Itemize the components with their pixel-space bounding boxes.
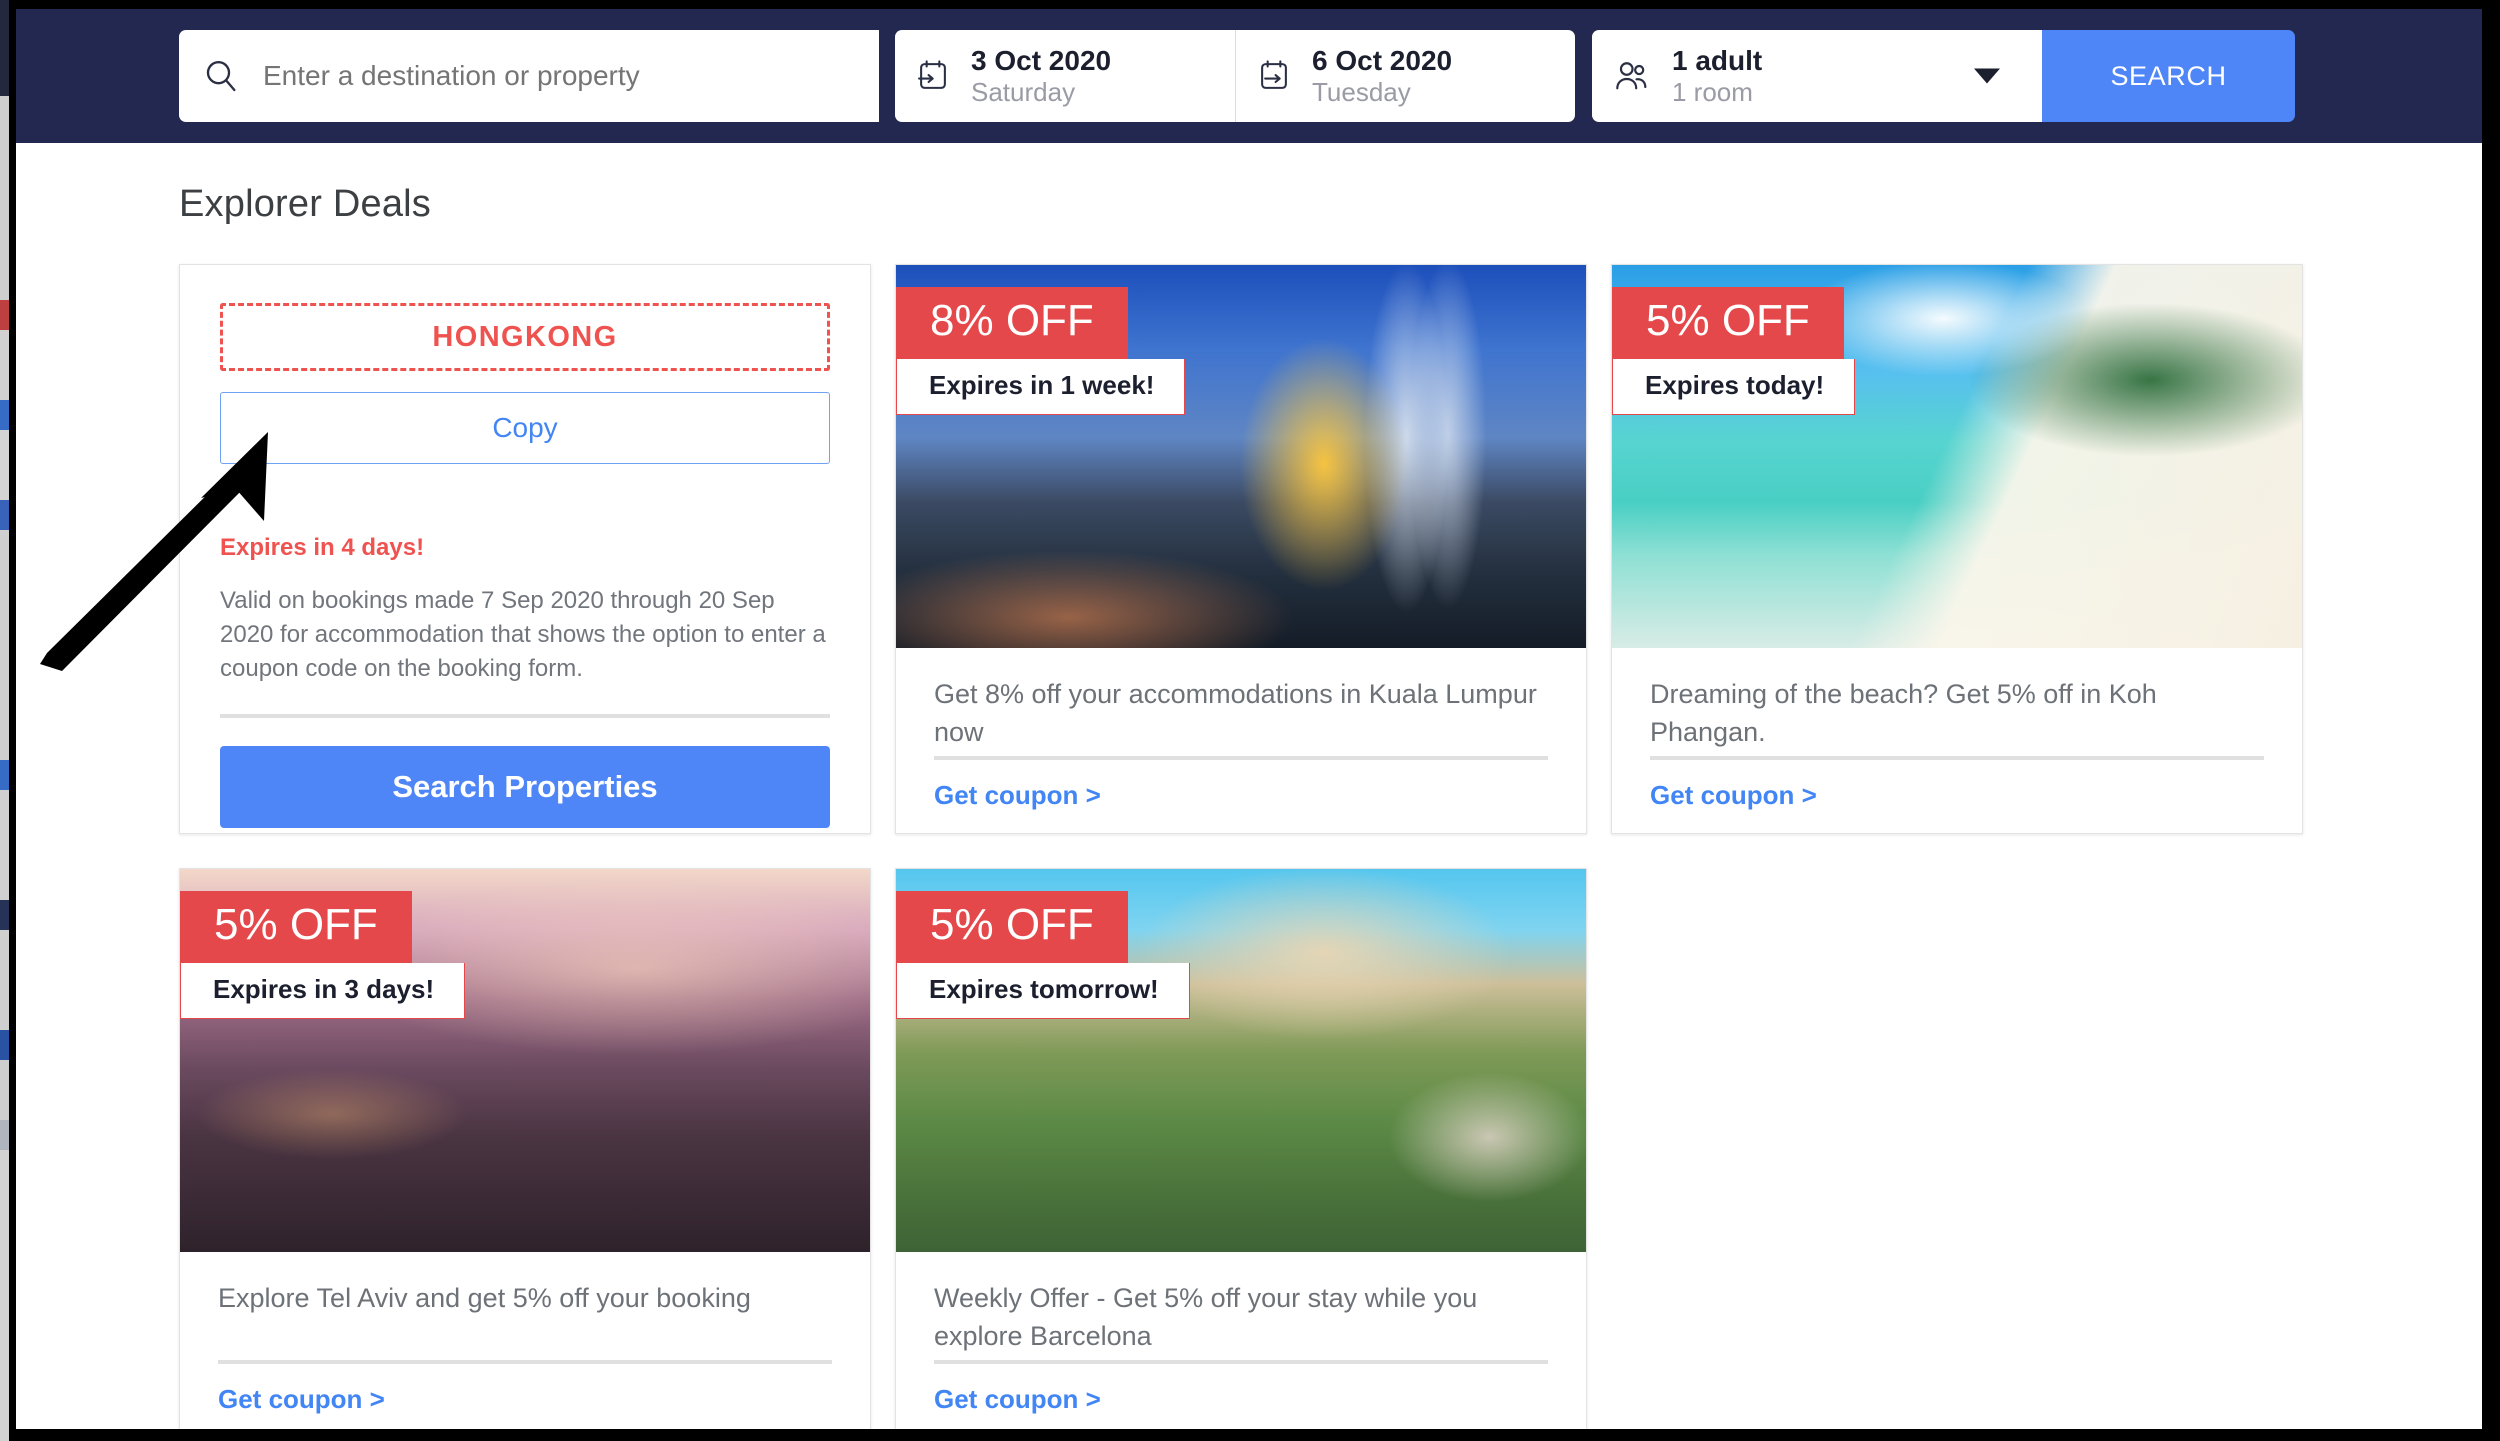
deal-body: Weekly Offer - Get 5% off your stay whil… [896, 1252, 1586, 1429]
main-content: Explorer Deals HONGKONG Copy Expires in … [16, 183, 2482, 1429]
guests-text: 1 adult 1 room [1672, 44, 1762, 108]
discount-badge: 5% OFF Expires in 3 days! [180, 891, 466, 1019]
guests-rooms: 1 room [1672, 77, 1753, 108]
deal-image-koh-phangan: 5% OFF Expires today! [1612, 265, 2302, 648]
checkout-field[interactable]: 6 Oct 2020 Tuesday [1235, 30, 1575, 122]
discount-expiry: Expires in 3 days! [180, 962, 466, 1019]
guests-icon [1592, 55, 1672, 97]
coupon-code-box: HONGKONG [220, 303, 830, 371]
checkin-text: 3 Oct 2020 Saturday [971, 44, 1111, 108]
checkin-field[interactable]: 3 Oct 2020 Saturday [895, 30, 1235, 122]
destination-field[interactable] [179, 30, 879, 122]
deal-body: Get 8% off your accommodations in Kuala … [896, 648, 1586, 833]
calendar-checkin-icon [895, 57, 971, 95]
get-coupon-link[interactable]: Get coupon > [1650, 760, 2264, 833]
discount-badge: 5% OFF Expires tomorrow! [896, 891, 1190, 1019]
search-properties-button[interactable]: Search Properties [220, 746, 830, 829]
discount-amount: 5% OFF [1612, 287, 1844, 359]
deal-body: Explore Tel Aviv and get 5% off your boo… [180, 1252, 870, 1429]
deal-title: Dreaming of the beach? Get 5% off in Koh… [1650, 679, 2157, 748]
deal-image-kuala-lumpur: 8% OFF Expires in 1 week! [896, 265, 1586, 648]
background-page-sliver [0, 0, 9, 1441]
checkout-text: 6 Oct 2020 Tuesday [1312, 44, 1452, 108]
get-coupon-link[interactable]: Get coupon > [934, 760, 1548, 833]
deal-title: Explore Tel Aviv and get 5% off your boo… [218, 1283, 751, 1313]
discount-expiry: Expires tomorrow! [896, 962, 1190, 1019]
get-coupon-link[interactable]: Get coupon > [218, 1364, 832, 1429]
discount-expiry: Expires in 1 week! [896, 358, 1186, 415]
deal-body: Dreaming of the beach? Get 5% off in Koh… [1612, 648, 2302, 833]
deal-image-tel-aviv: 5% OFF Expires in 3 days! [180, 869, 870, 1252]
deals-grid: HONGKONG Copy Expires in 4 days! Valid o… [179, 264, 2303, 1429]
deal-title: Get 8% off your accommodations in Kuala … [934, 679, 1537, 748]
discount-amount: 5% OFF [896, 891, 1128, 963]
search-input[interactable] [263, 60, 879, 92]
discount-expiry: Expires today! [1612, 358, 1856, 415]
discount-amount: 5% OFF [180, 891, 412, 963]
calendar-checkout-icon [1236, 57, 1312, 95]
divider [220, 714, 830, 719]
coupon-code-card: HONGKONG Copy Expires in 4 days! Valid o… [179, 264, 871, 834]
search-button[interactable]: SEARCH [2042, 30, 2295, 122]
guests-field[interactable]: 1 adult 1 room [1592, 30, 2042, 122]
deal-image-barcelona: 5% OFF Expires tomorrow! [896, 869, 1586, 1252]
deal-card[interactable]: 5% OFF Expires in 3 days! Explore Tel Av… [179, 868, 871, 1429]
copy-button[interactable]: Copy [220, 392, 830, 464]
coupon-expiry-text: Expires in 4 days! [220, 534, 425, 561]
coupon-terms-text: Valid on bookings made 7 Sep 2020 throug… [220, 587, 826, 683]
get-coupon-link[interactable]: Get coupon > [934, 1364, 1548, 1429]
discount-badge: 5% OFF Expires today! [1612, 287, 1856, 415]
checkout-date: 6 Oct 2020 [1312, 45, 1453, 77]
page-title: Explorer Deals [179, 183, 432, 225]
deal-title: Weekly Offer - Get 5% off your stay whil… [934, 1283, 1478, 1352]
search-bar: 3 Oct 2020 Saturday [179, 30, 2295, 122]
screenshot-frame: 3 Oct 2020 Saturday [0, 0, 2500, 1441]
browser-viewport: 3 Oct 2020 Saturday [16, 9, 2482, 1429]
chevron-down-icon[interactable] [1974, 68, 2000, 84]
deal-card[interactable]: 5% OFF Expires today! Dreaming of the be… [1611, 264, 2303, 834]
coupon-code-text: HONGKONG [432, 320, 618, 353]
search-icon [179, 56, 263, 96]
site-header: 3 Oct 2020 Saturday [16, 9, 2482, 143]
deal-card[interactable]: 5% OFF Expires tomorrow! Weekly Offer - … [895, 868, 1587, 1429]
deal-card[interactable]: 8% OFF Expires in 1 week! Get 8% off you… [895, 264, 1587, 834]
checkout-weekday: Tuesday [1312, 77, 1411, 108]
discount-badge: 8% OFF Expires in 1 week! [896, 287, 1186, 415]
discount-amount: 8% OFF [896, 287, 1128, 359]
checkin-weekday: Saturday [971, 77, 1076, 108]
checkin-date: 3 Oct 2020 [971, 45, 1112, 77]
guests-occupancy: 1 adult [1672, 45, 1763, 77]
